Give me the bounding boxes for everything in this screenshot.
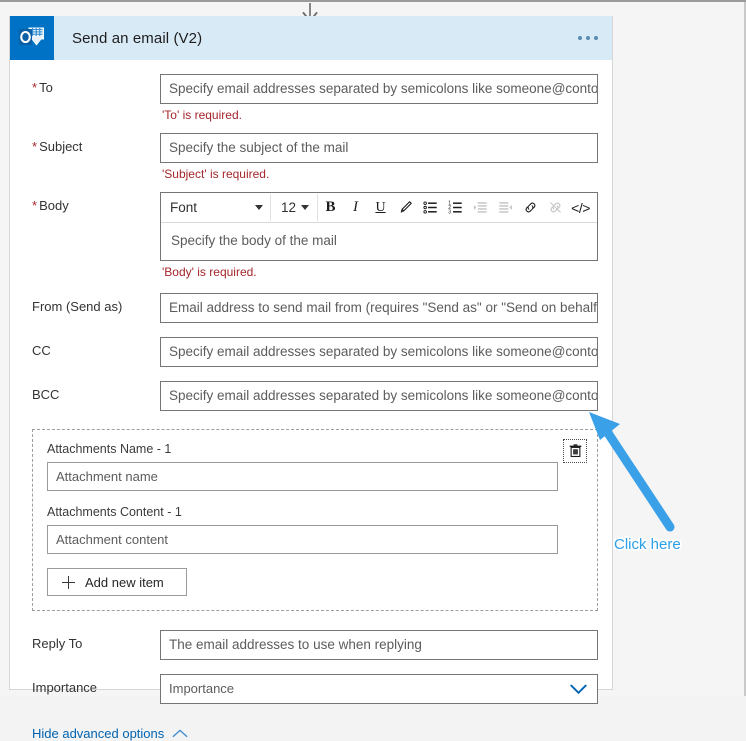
font-family-value: Font xyxy=(170,200,198,215)
chevron-down-icon xyxy=(301,205,310,210)
ellipsis-dot xyxy=(578,36,582,40)
hide-advanced-options-link[interactable]: Hide advanced options xyxy=(10,726,612,741)
attachment-name-input[interactable]: Attachment name xyxy=(47,462,558,491)
underline-button[interactable]: U xyxy=(368,194,393,221)
hide-advanced-options-label: Hide advanced options xyxy=(32,726,165,741)
delete-attachment-button[interactable] xyxy=(563,439,587,463)
label-cc: CC xyxy=(32,343,51,358)
field-row-cc: CC Specify email addresses separated by … xyxy=(10,337,612,367)
field-row-body: * Body Font 12 B I U 1 2 3 </> Specify t… xyxy=(10,192,612,279)
card-body: * To Specify email addresses separated by… xyxy=(10,60,612,741)
subject-error-message: 'Subject' is required. xyxy=(162,167,270,181)
field-row-bcc: BCC Specify email addresses separated by… xyxy=(10,381,612,411)
font-size-dropdown[interactable]: 12 xyxy=(271,194,319,221)
indent-button[interactable] xyxy=(468,194,493,221)
link-button[interactable] xyxy=(518,194,543,221)
numbered-list-icon: 1 2 3 xyxy=(448,201,462,215)
required-asterisk: * xyxy=(32,139,38,154)
attachment-content-input[interactable]: Attachment content xyxy=(47,525,558,554)
indent-icon xyxy=(473,202,487,213)
to-input[interactable]: Specify email addresses separated by sem… xyxy=(160,74,598,104)
body-error-message: 'Body' is required. xyxy=(162,265,257,279)
bcc-input[interactable]: Specify email addresses separated by sem… xyxy=(160,381,598,411)
numbered-list-button[interactable]: 1 2 3 xyxy=(443,194,468,221)
screenshot-root: Send an email (V2) * To Specify email add… xyxy=(0,0,746,741)
label-reply-to: Reply To xyxy=(32,636,83,651)
field-row-subject: * Subject Specify the subject of the mail… xyxy=(10,133,612,181)
label-to: * To xyxy=(32,80,53,95)
chevron-up-icon xyxy=(172,729,188,738)
code-view-button[interactable]: </> xyxy=(568,194,593,221)
font-size-value: 12 xyxy=(281,200,297,215)
add-new-item-label: Add new item xyxy=(85,574,164,590)
bold-button[interactable]: B xyxy=(318,194,343,221)
annotation-label: Click here xyxy=(614,536,681,553)
unlink-button[interactable] xyxy=(543,194,568,221)
add-new-item-button[interactable]: Add new item xyxy=(47,568,187,596)
label-body: * Body xyxy=(32,198,69,213)
to-error-message: 'To' is required. xyxy=(162,108,242,122)
send-an-email-action-card: Send an email (V2) * To Specify email add… xyxy=(9,16,613,741)
outdent-icon xyxy=(499,202,512,213)
required-asterisk: * xyxy=(32,198,38,213)
cc-input[interactable]: Specify email addresses separated by sem… xyxy=(160,337,598,367)
outdent-button[interactable] xyxy=(493,194,518,221)
card-overflow-menu-button[interactable] xyxy=(578,16,598,60)
italic-button[interactable]: I xyxy=(343,194,368,221)
card-title: Send an email (V2) xyxy=(72,29,203,47)
pen-icon xyxy=(400,201,412,213)
attachments-panel: Attachments Name - 1 Attachment name Att… xyxy=(32,429,598,611)
card-header[interactable]: Send an email (V2) xyxy=(10,16,612,60)
required-asterisk: * xyxy=(32,80,38,95)
importance-dropdown[interactable]: Importance xyxy=(160,674,598,704)
subject-input[interactable]: Specify the subject of the mail xyxy=(160,133,598,163)
field-row-from: From (Send as) Email address to send mai… xyxy=(10,293,612,323)
body-rich-text-editor[interactable]: Font 12 B I U 1 2 3 </> Specify the body… xyxy=(160,192,598,261)
link-icon xyxy=(525,202,536,213)
unlink-icon xyxy=(550,202,561,213)
text-color-pen-button[interactable] xyxy=(393,194,418,221)
reply-to-input[interactable]: The email addresses to use when replying xyxy=(160,630,598,660)
field-row-reply-to: Reply To The email addresses to use when… xyxy=(10,630,612,660)
attachments-content-label: Attachments Content - 1 xyxy=(47,505,182,519)
ellipsis-dot xyxy=(586,36,590,40)
body-input[interactable]: Specify the body of the mail xyxy=(161,223,597,260)
label-from: From (Send as) xyxy=(32,299,123,314)
attachments-name-label: Attachments Name - 1 xyxy=(47,442,172,456)
label-subject: * Subject xyxy=(32,139,83,154)
field-row-to: * To Specify email addresses separated by… xyxy=(10,74,612,122)
font-family-dropdown[interactable]: Font xyxy=(161,194,271,221)
label-bcc: BCC xyxy=(32,387,60,402)
bullet-list-icon xyxy=(423,201,437,214)
rich-text-toolbar: Font 12 B I U 1 2 3 </> xyxy=(161,193,597,223)
svg-text:3: 3 xyxy=(448,210,451,215)
outlook-icon xyxy=(10,16,54,60)
ellipsis-dot xyxy=(594,36,598,40)
label-importance: Importance xyxy=(32,680,98,695)
from-input[interactable]: Email address to send mail from (require… xyxy=(160,293,598,323)
field-row-importance: Importance Importance xyxy=(10,674,612,704)
bulleted-list-button[interactable] xyxy=(418,194,443,221)
chevron-down-icon xyxy=(255,205,263,210)
trash-icon xyxy=(569,444,581,458)
chevron-down-icon xyxy=(570,675,587,703)
plus-icon xyxy=(62,575,75,589)
importance-value: Importance xyxy=(169,681,235,696)
